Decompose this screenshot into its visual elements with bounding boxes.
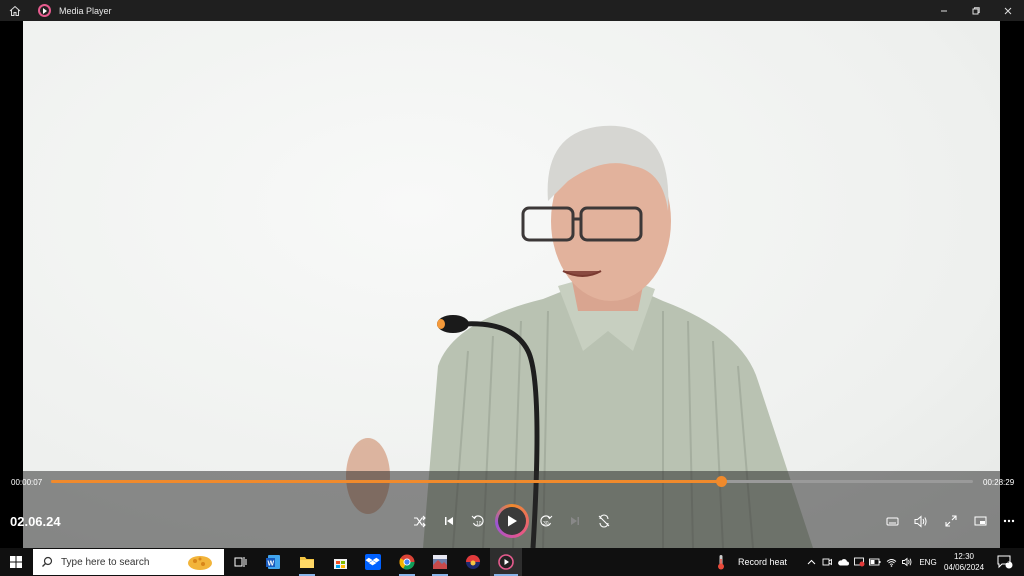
language-indicator: ENG [919, 557, 937, 567]
forward-30-icon: 30 [540, 515, 553, 527]
home-icon [9, 5, 21, 16]
weather-widget[interactable]: Record heat [716, 548, 804, 576]
chrome-icon [399, 554, 415, 570]
taskbar-file-explorer[interactable] [295, 548, 319, 576]
seek-bar[interactable] [51, 476, 973, 487]
tray-meet-now[interactable] [820, 548, 834, 576]
elapsed-time: 00:00:07 [11, 478, 43, 487]
cast-button[interactable] [969, 510, 991, 532]
more-icon [1003, 519, 1015, 523]
taskbar-app[interactable] [461, 548, 485, 576]
window-title: Media Player [59, 5, 112, 16]
thermometer-icon [718, 555, 724, 570]
repeat-icon [598, 514, 610, 528]
svg-text:W: W [268, 561, 275, 568]
fullscreen-button[interactable] [940, 510, 962, 532]
search-input[interactable] [61, 556, 181, 568]
minimize-button[interactable] [928, 0, 960, 21]
skip-previous-icon [445, 517, 453, 525]
fullscreen-icon [945, 515, 957, 527]
close-icon [1004, 7, 1012, 14]
close-button[interactable] [992, 0, 1024, 21]
volume-button[interactable] [910, 510, 932, 532]
media-player-logo-icon [38, 4, 51, 17]
wifi-icon [886, 558, 896, 567]
tray-onedrive[interactable] [836, 548, 850, 576]
restore-button[interactable] [960, 0, 992, 21]
windows-logo-icon [10, 556, 22, 568]
chevron-up-icon [807, 559, 815, 565]
video-title: 02.06.24 [10, 514, 61, 529]
shuffle-icon [413, 515, 426, 527]
media-player-icon [498, 554, 514, 570]
tray-volume[interactable] [900, 548, 914, 576]
svg-text:30: 30 [543, 521, 549, 527]
volume-icon [914, 514, 927, 528]
shuffle-button[interactable] [408, 510, 430, 532]
taskbar-store[interactable] [328, 548, 352, 576]
minimize-icon [941, 10, 947, 11]
store-icon [333, 558, 347, 569]
skip-next-icon [571, 517, 579, 525]
taskbar-clock[interactable]: 12:30 04/06/2024 [944, 551, 984, 573]
clock-time: 12:30 [953, 552, 975, 561]
search-highlight-icon [188, 556, 212, 570]
meet-now-icon [822, 558, 832, 566]
dropbox-icon [365, 554, 381, 570]
tray-app-status[interactable] [852, 548, 866, 576]
volume-icon [901, 557, 911, 567]
word-icon: W [266, 555, 280, 569]
total-duration: 00:28:29 [983, 478, 1015, 487]
play-icon [508, 515, 517, 527]
window-controls [928, 0, 1024, 21]
repeat-button[interactable] [593, 510, 615, 532]
start-button[interactable] [0, 548, 32, 576]
folder-icon [300, 557, 314, 568]
miniplayer-button[interactable] [881, 510, 903, 532]
taskbar-photo-app[interactable] [428, 548, 452, 576]
notification-icon [997, 555, 1013, 569]
video-content-speaker [346, 125, 813, 548]
task-view-icon [234, 557, 246, 567]
video-frame[interactable] [23, 21, 1000, 548]
weather-text: Record heat [738, 557, 788, 567]
show-hidden-icons-button[interactable] [804, 548, 818, 576]
notification-center-button[interactable]: 2 [992, 548, 1018, 576]
battery-icon [869, 558, 881, 566]
home-button[interactable] [0, 0, 30, 21]
more-options-button[interactable] [998, 510, 1020, 532]
title-bar: Media Player [0, 0, 1024, 21]
clock-date: 04/06/2024 [944, 563, 985, 572]
search-icon [42, 556, 53, 567]
notification-count: 2 [1006, 559, 1010, 565]
cast-icon [974, 516, 986, 525]
rewind-10-icon: 10 [471, 515, 484, 527]
restore-icon [972, 6, 980, 14]
taskbar-dropbox[interactable] [361, 548, 385, 576]
tray-language[interactable]: ENG [916, 548, 940, 576]
tray-battery[interactable] [868, 548, 882, 576]
task-view-button[interactable] [228, 548, 252, 576]
app-icon [466, 555, 480, 569]
forward-30-button[interactable]: 30 [535, 510, 557, 532]
taskbar: W Record heat [0, 548, 1024, 576]
play-button[interactable] [495, 504, 529, 538]
rewind-10-button[interactable]: 10 [467, 510, 489, 532]
svg-text:10: 10 [476, 521, 482, 527]
taskbar-word[interactable]: W [261, 548, 285, 576]
cloud-icon [838, 559, 849, 566]
next-button[interactable] [564, 510, 586, 532]
taskbar-media-player[interactable] [490, 548, 522, 576]
taskbar-chrome[interactable] [395, 548, 419, 576]
previous-button[interactable] [438, 510, 460, 532]
miniplayer-icon [886, 517, 898, 525]
photo-app-icon [433, 555, 447, 569]
taskbar-search-box[interactable] [33, 549, 224, 575]
seek-bar-progress [51, 480, 722, 483]
tray-wifi[interactable] [884, 548, 898, 576]
app-status-icon [853, 557, 864, 567]
